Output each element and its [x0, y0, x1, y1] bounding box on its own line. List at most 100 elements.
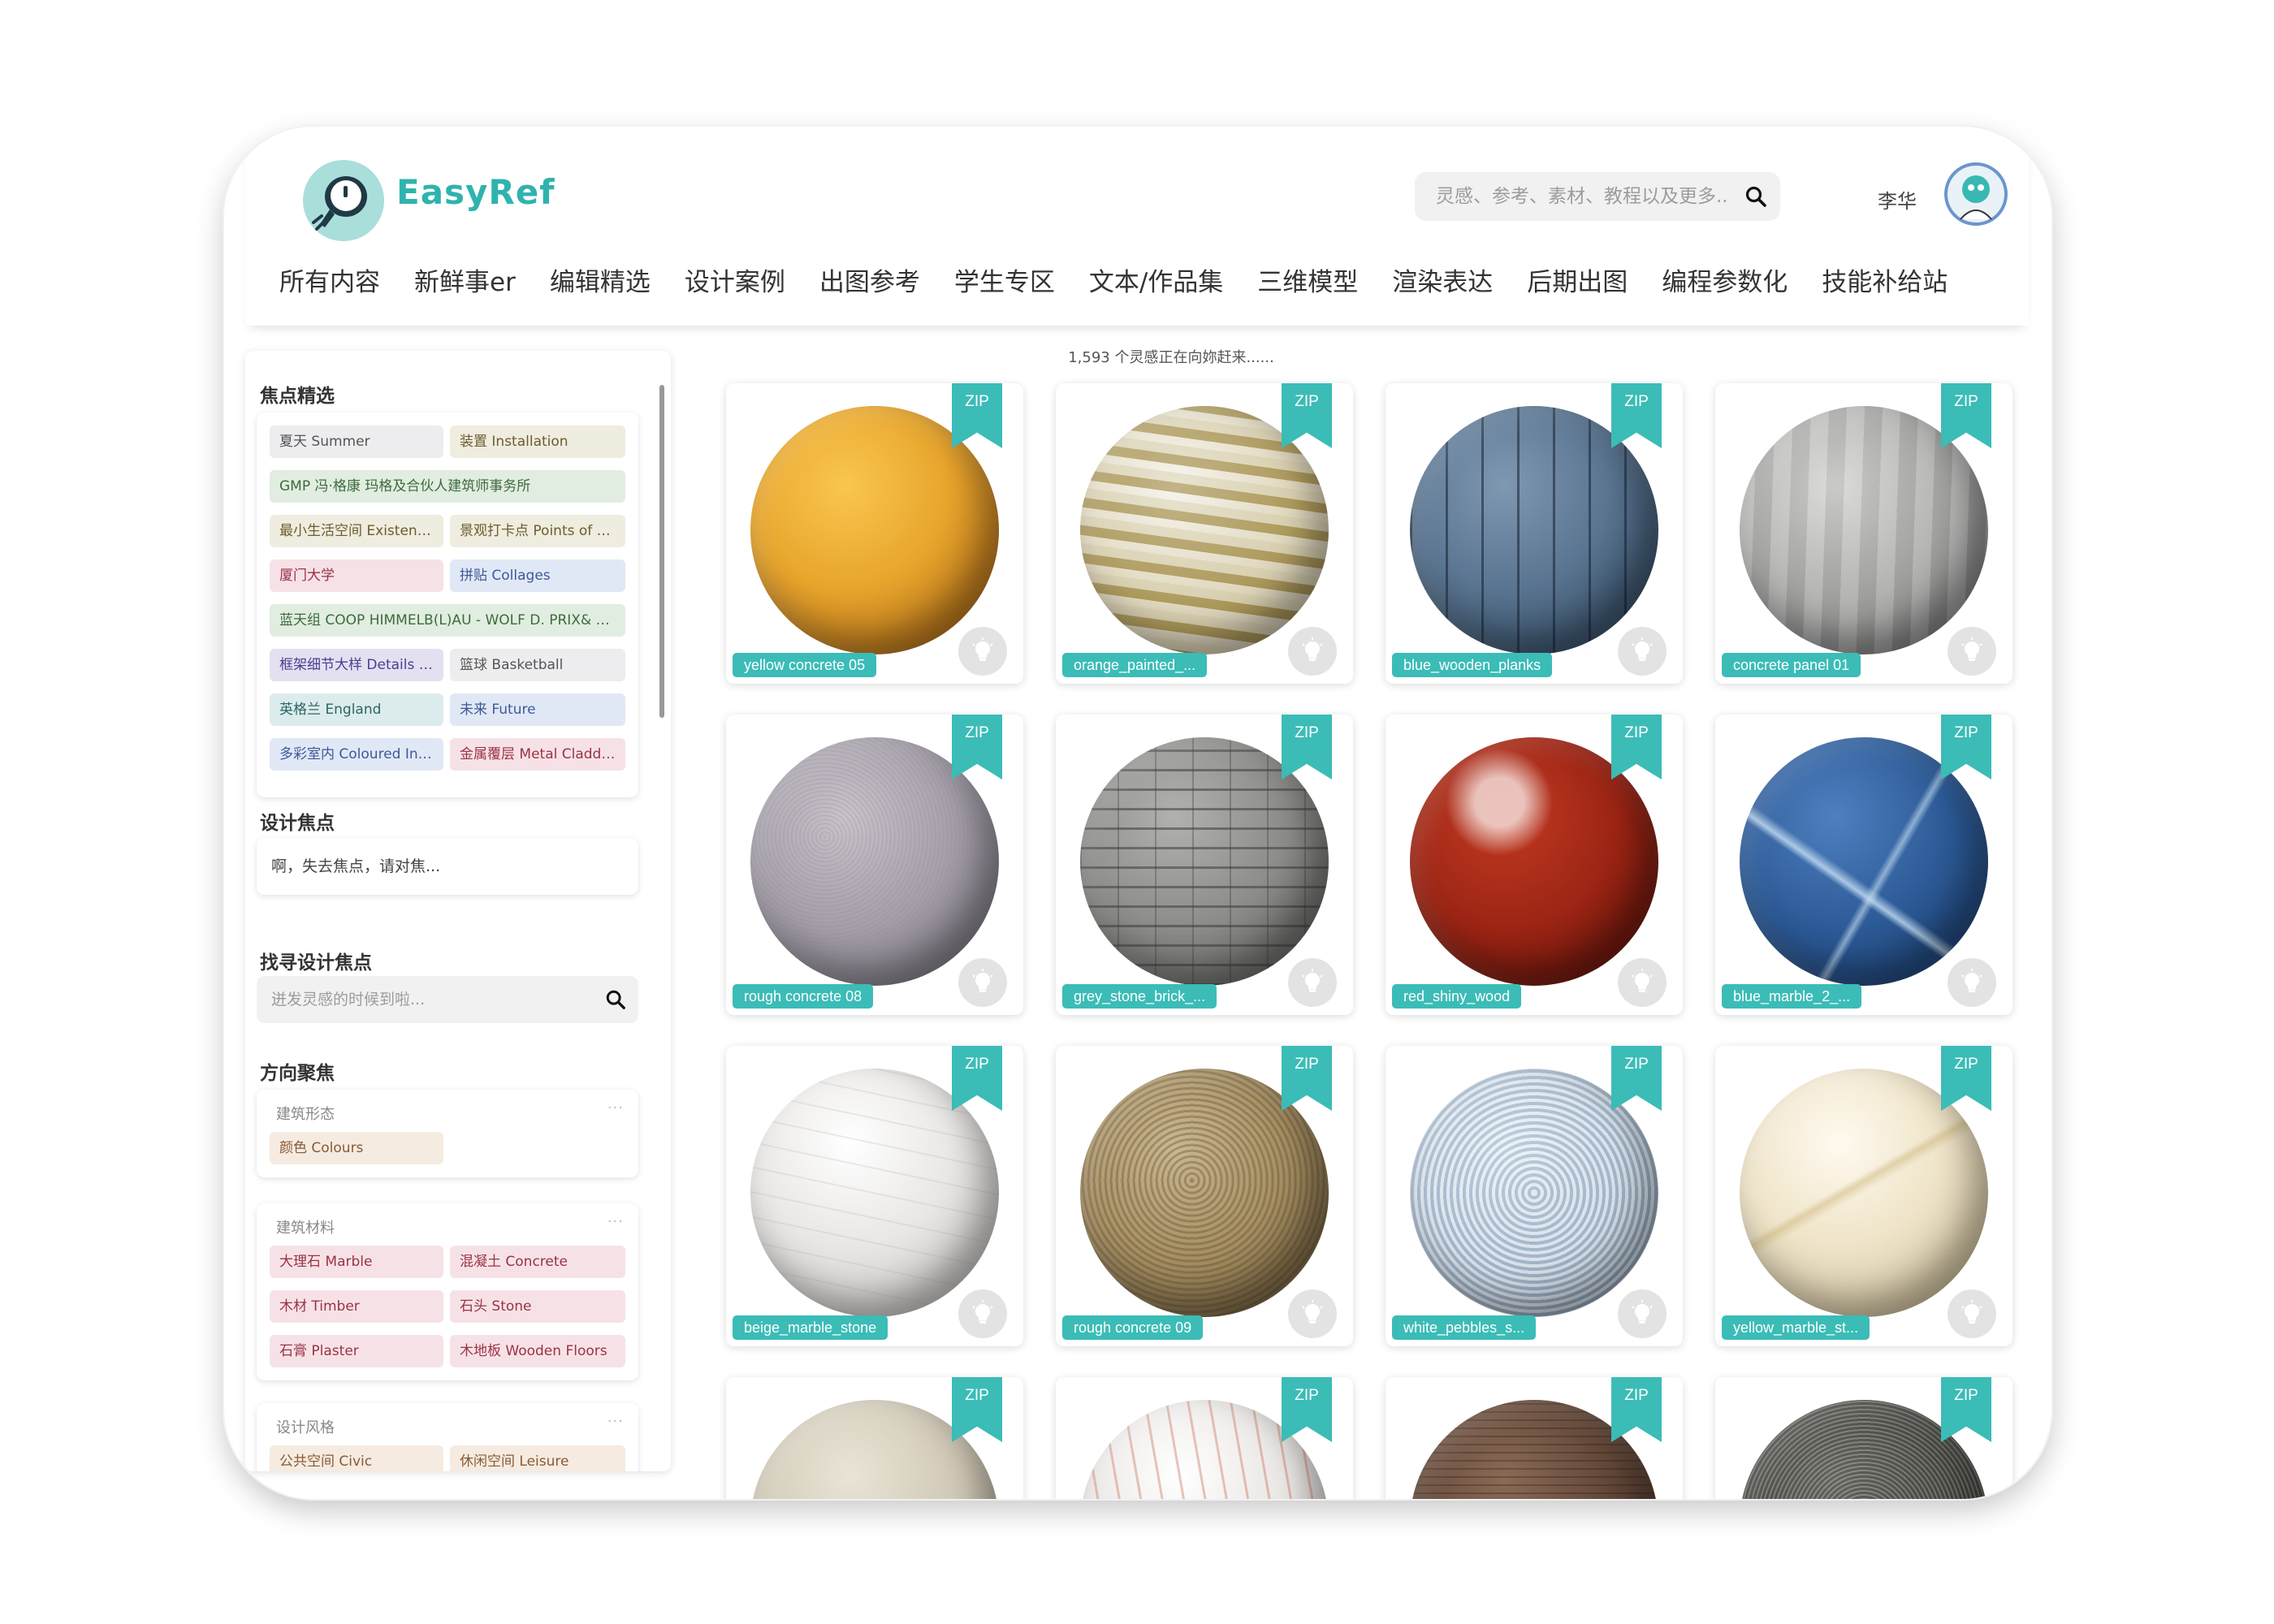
zip-download-badge[interactable]: ZIP: [1611, 1046, 1662, 1111]
zip-download-badge[interactable]: ZIP: [1611, 1377, 1662, 1442]
nav-fresh[interactable]: 新鲜事er: [414, 261, 516, 298]
brand-name[interactable]: EasyRef: [396, 172, 556, 212]
tag-stone[interactable]: 石头 Stone: [450, 1290, 625, 1323]
lightbulb-icon[interactable]: [958, 627, 1007, 676]
logo-icon[interactable]: [302, 159, 385, 242]
tag-wooden-floors[interactable]: 木地板 Wooden Floors: [450, 1335, 625, 1367]
tag-details[interactable]: 框架细节大样 Details of...: [270, 649, 443, 681]
tag-future[interactable]: 未来 Future: [450, 693, 625, 726]
zip-download-badge[interactable]: ZIP: [1282, 1377, 1332, 1442]
material-preview-sphere[interactable]: [750, 1069, 999, 1317]
more-icon[interactable]: ···: [607, 1213, 624, 1230]
material-card[interactable]: ZIP yellow_marble_st...: [1715, 1046, 2012, 1346]
material-preview-sphere[interactable]: [1410, 406, 1658, 654]
nav-skills[interactable]: 技能补给站: [1822, 261, 1948, 298]
search-icon[interactable]: [593, 977, 638, 1022]
material-preview-sphere[interactable]: [1740, 1069, 1988, 1317]
zip-download-badge[interactable]: ZIP: [1611, 383, 1662, 448]
material-card[interactable]: ZIP: [1715, 1377, 2012, 1499]
tag-metal-cladding[interactable]: 金属覆层 Metal Claddin...: [450, 738, 625, 771]
nav-students[interactable]: 学生专区: [954, 261, 1055, 298]
search-icon[interactable]: [1731, 172, 1780, 221]
zip-download-badge[interactable]: ZIP: [1941, 383, 1991, 448]
material-card[interactable]: ZIP concrete panel 01: [1715, 383, 2012, 684]
zip-download-badge[interactable]: ZIP: [1282, 715, 1332, 780]
nav-post-production[interactable]: 后期出图: [1527, 261, 1628, 298]
nav-portfolio[interactable]: 文本/作品集: [1089, 261, 1223, 298]
tag-coop-himmelblau[interactable]: 蓝天组 COOP HIMMELB(L)AU - WOLF D. PRIX& PA…: [270, 604, 625, 637]
tag-summer[interactable]: 夏天 Summer: [270, 425, 443, 458]
zip-download-badge[interactable]: ZIP: [1941, 1377, 1991, 1442]
zip-download-badge[interactable]: ZIP: [1282, 383, 1332, 448]
material-preview-sphere[interactable]: [1080, 406, 1329, 654]
lightbulb-icon[interactable]: [1948, 627, 1996, 676]
zip-download-badge[interactable]: ZIP: [952, 1377, 1002, 1442]
tag-timber[interactable]: 木材 Timber: [270, 1290, 443, 1323]
lightbulb-icon[interactable]: [1288, 627, 1337, 676]
zip-download-badge[interactable]: ZIP: [1282, 1046, 1332, 1111]
nav-editors-picks[interactable]: 编辑精选: [550, 261, 651, 298]
material-preview-sphere[interactable]: [1740, 406, 1988, 654]
material-card[interactable]: ZIP beige_marble_stone: [726, 1046, 1023, 1346]
tag-civic[interactable]: 公共空间 Civic: [270, 1445, 443, 1471]
user-name[interactable]: 李华: [1878, 185, 1917, 214]
tag-marble[interactable]: 大理石 Marble: [270, 1246, 443, 1278]
lightbulb-icon[interactable]: [1618, 958, 1667, 1007]
lightbulb-icon[interactable]: [958, 1289, 1007, 1338]
tag-basketball[interactable]: 篮球 Basketball: [450, 649, 625, 681]
lightbulb-icon[interactable]: [1288, 1289, 1337, 1338]
zip-download-badge[interactable]: ZIP: [952, 383, 1002, 448]
material-card[interactable]: ZIP blue_marble_2_...: [1715, 715, 2012, 1015]
more-icon[interactable]: ···: [607, 1413, 624, 1430]
material-preview-sphere[interactable]: [1410, 737, 1658, 986]
lightbulb-icon[interactable]: [1618, 1289, 1667, 1338]
tag-points-of-view[interactable]: 景观打卡点 Points of Vi...: [450, 515, 625, 547]
nav-parametric[interactable]: 编程参数化: [1662, 261, 1788, 298]
tag-xiamen-university[interactable]: 厦门大学: [270, 559, 443, 592]
lightbulb-icon[interactable]: [958, 958, 1007, 1007]
lightbulb-icon[interactable]: [1948, 958, 1996, 1007]
material-card[interactable]: ZIP white_pebbles_s...: [1386, 1046, 1683, 1346]
zip-download-badge[interactable]: ZIP: [1611, 715, 1662, 780]
tag-concrete[interactable]: 混凝土 Concrete: [450, 1246, 625, 1278]
material-card[interactable]: ZIP: [726, 1377, 1023, 1499]
material-card[interactable]: ZIP: [1056, 1377, 1353, 1499]
tag-england[interactable]: 英格兰 England: [270, 693, 443, 726]
sidebar-search-input[interactable]: [270, 990, 593, 1009]
nav-all[interactable]: 所有内容: [279, 261, 380, 298]
material-card[interactable]: ZIP blue_wooden_planks: [1386, 383, 1683, 684]
material-preview-sphere[interactable]: [1080, 737, 1329, 986]
user-avatar[interactable]: [1944, 162, 2008, 226]
material-card[interactable]: ZIP red_shiny_wood: [1386, 715, 1683, 1015]
tag-gmp[interactable]: GMP 冯·格康 玛格及合伙人建筑师事务所: [270, 470, 625, 503]
material-card[interactable]: ZIP rough concrete 09: [1056, 1046, 1353, 1346]
material-card[interactable]: ZIP orange_painted_...: [1056, 383, 1353, 684]
nav-3d-models[interactable]: 三维模型: [1257, 261, 1358, 298]
lightbulb-icon[interactable]: [1618, 627, 1667, 676]
tag-collages[interactable]: 拼贴 Collages: [450, 559, 625, 592]
material-card[interactable]: ZIP yellow concrete 05: [726, 383, 1023, 684]
material-card[interactable]: ZIP rough concrete 08: [726, 715, 1023, 1015]
material-preview-sphere[interactable]: [750, 737, 999, 986]
zip-download-badge[interactable]: ZIP: [1941, 715, 1991, 780]
material-preview-sphere[interactable]: [1740, 737, 1988, 986]
zip-download-badge[interactable]: ZIP: [1941, 1046, 1991, 1111]
tag-leisure[interactable]: 休闲空间 Leisure: [450, 1445, 625, 1471]
zip-download-badge[interactable]: ZIP: [952, 715, 1002, 780]
material-preview-sphere[interactable]: [750, 406, 999, 654]
material-preview-sphere[interactable]: [1410, 1069, 1658, 1317]
tag-plaster[interactable]: 石膏 Plaster: [270, 1335, 443, 1367]
lightbulb-icon[interactable]: [1948, 1289, 1996, 1338]
nav-rendering[interactable]: 渲染表达: [1392, 261, 1493, 298]
more-icon[interactable]: ···: [607, 1099, 624, 1116]
tag-coloured-interiors[interactable]: 多彩室内 Coloured Inte...: [270, 738, 443, 771]
tag-installation[interactable]: 装置 Installation: [450, 425, 625, 458]
material-card[interactable]: ZIP grey_stone_brick_...: [1056, 715, 1353, 1015]
nav-render-reference[interactable]: 出图参考: [819, 261, 920, 298]
global-search-input[interactable]: [1434, 185, 1731, 208]
material-card[interactable]: ZIP: [1386, 1377, 1683, 1499]
material-preview-sphere[interactable]: [1080, 1069, 1329, 1317]
zip-download-badge[interactable]: ZIP: [952, 1046, 1002, 1111]
nav-design-cases[interactable]: 设计案例: [685, 261, 785, 298]
lightbulb-icon[interactable]: [1288, 958, 1337, 1007]
